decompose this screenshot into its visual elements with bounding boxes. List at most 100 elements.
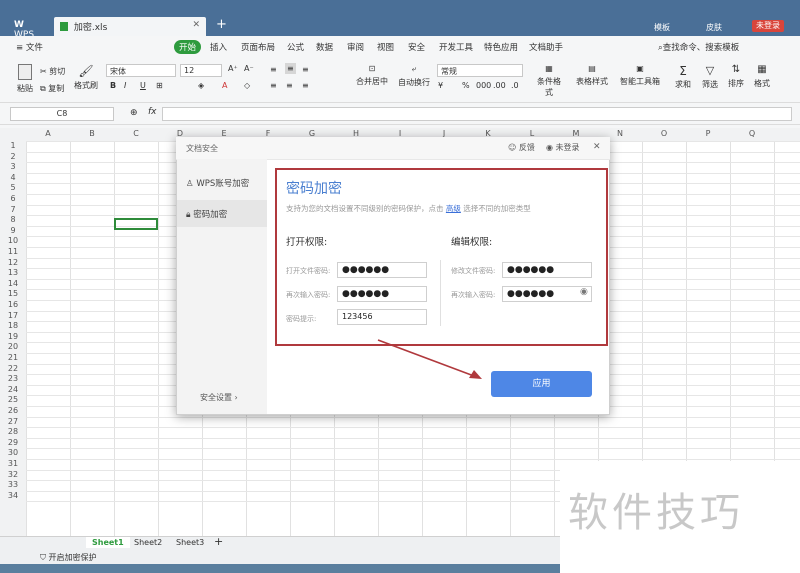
row-header[interactable]: 2 bbox=[0, 152, 26, 161]
row-header[interactable]: 15 bbox=[0, 289, 26, 298]
row-header[interactable]: 13 bbox=[0, 268, 26, 277]
tab-document[interactable]: 加密.xls ✕ bbox=[54, 17, 206, 36]
align-center-icon[interactable]: ≡ bbox=[286, 81, 293, 90]
row-header[interactable]: 5 bbox=[0, 183, 26, 192]
skin-button[interactable]: 皮肤 bbox=[706, 22, 722, 33]
menu-item-start[interactable]: 开始 bbox=[174, 40, 202, 54]
edit-confirm-input[interactable]: ●●●●●● bbox=[502, 286, 592, 302]
row-header[interactable]: 6 bbox=[0, 194, 26, 203]
row-header[interactable]: 27 bbox=[0, 417, 26, 426]
format-button[interactable]: ▦ 格式 bbox=[752, 64, 772, 89]
row-header[interactable]: 18 bbox=[0, 321, 26, 330]
menu-item-review[interactable]: 审阅 bbox=[347, 41, 364, 53]
menu-file[interactable]: ≡ 文件 bbox=[16, 41, 43, 53]
decrease-font-icon[interactable]: A⁻ bbox=[244, 64, 254, 73]
column-header[interactable]: Q bbox=[730, 129, 774, 138]
advanced-link[interactable]: 高级 bbox=[446, 204, 461, 213]
increase-font-icon[interactable]: A⁺ bbox=[228, 64, 238, 73]
copy-button[interactable]: ⧉ 复制 bbox=[40, 83, 64, 94]
font-color-icon[interactable]: A bbox=[222, 81, 227, 90]
show-password-eye-icon[interactable]: ◉ bbox=[580, 287, 588, 297]
table-style-button[interactable]: ▤ 表格样式 bbox=[574, 64, 610, 87]
row-header[interactable]: 4 bbox=[0, 173, 26, 182]
border-icon[interactable]: ⊞ bbox=[156, 81, 163, 90]
password-hint-input[interactable]: 123456 bbox=[337, 309, 427, 325]
menu-item-formula[interactable]: 公式 bbox=[287, 41, 304, 53]
row-header[interactable]: 8 bbox=[0, 215, 26, 224]
new-tab-button[interactable]: + bbox=[216, 17, 227, 32]
menu-item-security[interactable]: 安全 bbox=[408, 41, 425, 53]
align-bottom-icon[interactable]: ≡ bbox=[302, 65, 309, 74]
row-header[interactable]: 26 bbox=[0, 406, 26, 415]
column-header[interactable]: A bbox=[26, 129, 70, 138]
selected-cell[interactable] bbox=[114, 218, 158, 230]
row-header[interactable]: 9 bbox=[0, 226, 26, 235]
align-right-icon[interactable]: ≡ bbox=[302, 81, 309, 90]
number-format-select[interactable]: 常规 bbox=[437, 64, 523, 77]
align-top-icon[interactable]: ≡ bbox=[270, 65, 277, 74]
sheet-tab-2[interactable]: Sheet2 bbox=[134, 538, 162, 547]
row-header[interactable]: 10 bbox=[0, 236, 26, 245]
column-header[interactable]: O bbox=[642, 129, 686, 138]
menu-item-doc-assistant[interactable]: 文档助手 bbox=[529, 41, 563, 53]
row-header[interactable]: 7 bbox=[0, 205, 26, 214]
column-header[interactable]: B bbox=[70, 129, 114, 138]
zoom-icon[interactable]: ⊕ bbox=[130, 108, 138, 118]
column-header[interactable]: C bbox=[114, 129, 158, 138]
menu-item-data[interactable]: 数据 bbox=[316, 41, 333, 53]
bold-icon[interactable]: B bbox=[110, 81, 116, 90]
add-sheet-button[interactable]: + bbox=[214, 535, 223, 548]
menu-item-developer[interactable]: 开发工具 bbox=[439, 41, 473, 53]
open-confirm-input[interactable]: ●●●●●● bbox=[337, 286, 427, 302]
font-size-select[interactable]: 12 bbox=[180, 64, 222, 77]
row-header[interactable]: 21 bbox=[0, 353, 26, 362]
name-box[interactable]: C8 bbox=[10, 107, 114, 121]
sidebar-item-wps-account[interactable]: ♙ WPS账号加密 bbox=[186, 177, 249, 189]
row-header[interactable]: 11 bbox=[0, 247, 26, 256]
row-header[interactable]: 25 bbox=[0, 395, 26, 404]
thousands-icon[interactable]: 000 bbox=[476, 81, 491, 90]
decrease-decimal-icon[interactable]: .0 bbox=[511, 81, 519, 90]
row-header[interactable]: 19 bbox=[0, 332, 26, 341]
open-password-input[interactable]: ●●●●●● bbox=[337, 262, 427, 278]
sum-button[interactable]: Σ 求和 bbox=[673, 64, 693, 90]
row-header[interactable]: 1 bbox=[0, 141, 26, 150]
row-header[interactable]: 20 bbox=[0, 342, 26, 351]
row-header[interactable]: 32 bbox=[0, 470, 26, 479]
tab-wps-home[interactable]: W WPS bbox=[8, 17, 48, 40]
formula-input[interactable] bbox=[162, 107, 792, 121]
row-header[interactable]: 17 bbox=[0, 311, 26, 320]
close-tab-icon[interactable]: ✕ bbox=[192, 20, 200, 30]
row-header[interactable]: 12 bbox=[0, 258, 26, 267]
row-header[interactable]: 23 bbox=[0, 374, 26, 383]
sheet-tab-1[interactable]: Sheet1 bbox=[86, 537, 130, 548]
merge-center-button[interactable]: ⊡ 合并居中 bbox=[354, 64, 390, 87]
fill-color-icon[interactable]: ◈ bbox=[198, 81, 204, 90]
menu-item-insert[interactable]: 插入 bbox=[210, 41, 227, 53]
sort-button[interactable]: ⇅ 排序 bbox=[726, 64, 746, 89]
row-header[interactable]: 16 bbox=[0, 300, 26, 309]
wrap-text-button[interactable]: ⤶ 自动换行 bbox=[396, 64, 432, 88]
row-header[interactable]: 34 bbox=[0, 491, 26, 500]
align-left-icon[interactable]: ≡ bbox=[270, 81, 277, 90]
row-header[interactable]: 33 bbox=[0, 480, 26, 489]
currency-icon[interactable]: ¥ bbox=[438, 81, 443, 90]
percent-icon[interactable]: % bbox=[462, 81, 470, 90]
row-header[interactable]: 30 bbox=[0, 448, 26, 457]
conditional-format-button[interactable]: ▦ 条件格式 bbox=[534, 64, 564, 98]
template-button[interactable]: 模板 bbox=[654, 22, 670, 33]
sheet-tab-3[interactable]: Sheet3 bbox=[176, 538, 204, 547]
italic-icon[interactable]: I bbox=[124, 81, 126, 90]
security-settings-link[interactable]: 安全设置 › bbox=[200, 392, 238, 403]
increase-decimal-icon[interactable]: .00 bbox=[493, 81, 506, 90]
encrypt-protect-button[interactable]: ⛉ 开启加密保护 bbox=[40, 552, 97, 563]
align-middle-icon[interactable]: ≡ bbox=[285, 63, 296, 74]
fx-icon[interactable]: fx bbox=[148, 107, 157, 117]
feedback-button[interactable]: ☺ 反馈 bbox=[508, 142, 535, 153]
row-header[interactable]: 14 bbox=[0, 279, 26, 288]
edit-password-input[interactable]: ●●●●●● bbox=[502, 262, 592, 278]
command-search[interactable]: ⌕查找命令、搜索模板 bbox=[658, 41, 739, 53]
column-header[interactable]: P bbox=[686, 129, 730, 138]
row-header[interactable]: 31 bbox=[0, 459, 26, 468]
smart-toolbox-button[interactable]: ▣ 智能工具箱 bbox=[620, 64, 660, 87]
